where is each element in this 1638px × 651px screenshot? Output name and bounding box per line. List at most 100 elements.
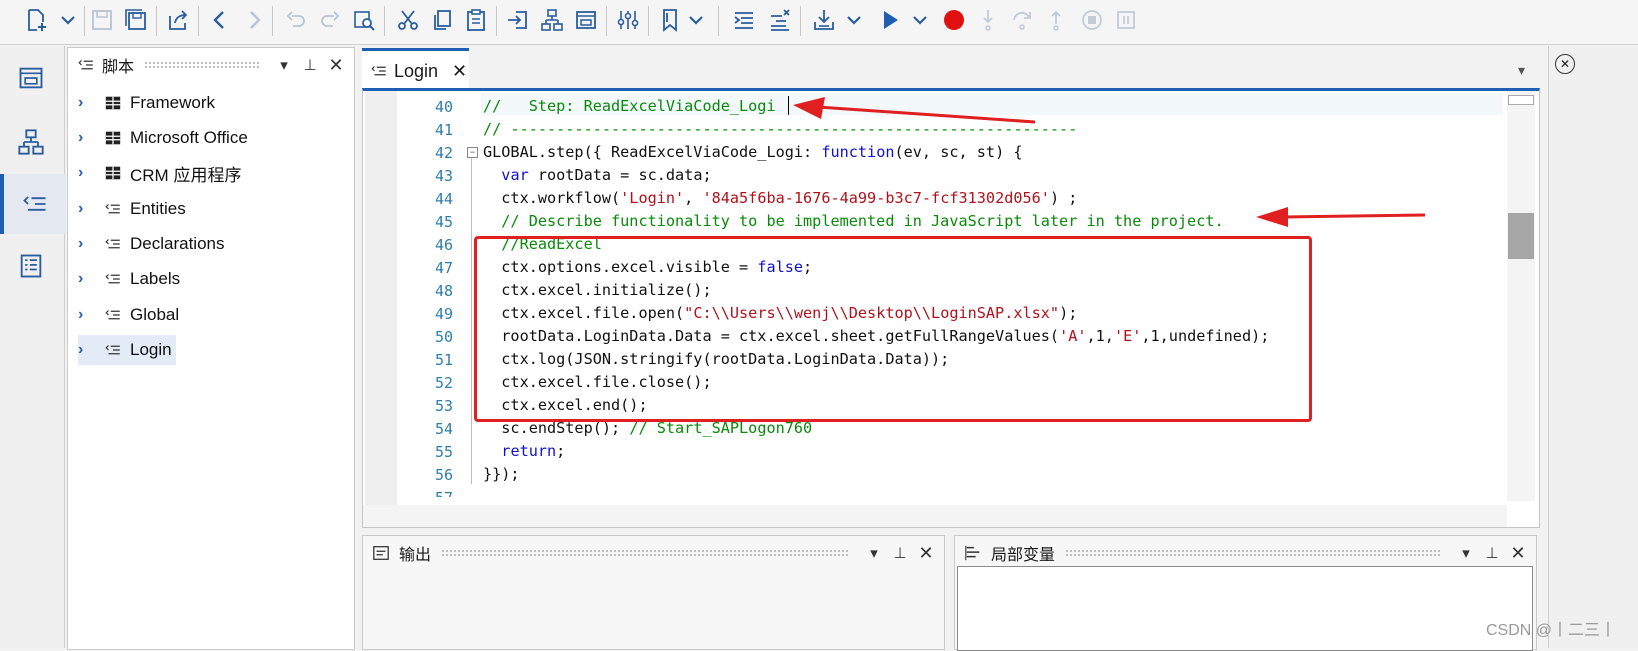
chevron-down-icon[interactable]: ▾: [274, 55, 294, 75]
tree-item-label: Login: [130, 340, 172, 359]
horizontal-scrollbar[interactable]: [363, 505, 1507, 527]
copy-icon[interactable]: [428, 6, 456, 34]
chevron-right-icon[interactable]: ›: [78, 306, 100, 324]
tree-icon[interactable]: [538, 6, 566, 34]
scrollbar-thumb[interactable]: [1508, 213, 1534, 259]
clear-format-icon[interactable]: [766, 6, 794, 34]
close-icon[interactable]: ✕: [1508, 543, 1528, 563]
chevron-right-icon[interactable]: ›: [78, 129, 100, 147]
redo-icon[interactable]: [316, 6, 344, 34]
chevron-right-icon[interactable]: ›: [78, 94, 100, 112]
close-icon[interactable]: ✕: [326, 55, 346, 75]
annotation-arrows: [793, 97, 1426, 227]
tree-item-framework[interactable]: › Framework: [78, 88, 215, 118]
tree-item-login[interactable]: › Login: [78, 335, 176, 365]
tree-item-entities[interactable]: › Entities: [78, 194, 186, 224]
build-icon[interactable]: [810, 6, 838, 34]
code-editor[interactable]: 40 41 42 43 44 45 46 47 48 49 50 51 52 5…: [362, 88, 1540, 528]
chevron-right-icon[interactable]: ›: [78, 341, 100, 359]
locals-panel-title: 局部变量: [991, 547, 1056, 564]
script-icon: [102, 234, 124, 254]
save-all-icon[interactable]: [122, 6, 150, 34]
step-over-icon[interactable]: [1008, 6, 1036, 34]
tree-item-labels[interactable]: › Labels: [78, 264, 180, 294]
settings-sliders-icon[interactable]: [614, 6, 642, 34]
window-icon[interactable]: [0, 48, 62, 108]
chevron-right-icon[interactable]: ›: [78, 235, 100, 253]
panel-grip[interactable]: [144, 61, 260, 69]
script-panel-title: 脚本: [102, 59, 135, 76]
tree-item-microsoft-office[interactable]: › Microsoft Office: [78, 123, 248, 153]
toolbar-separator: [198, 6, 199, 36]
toolbar-separator: [384, 6, 385, 36]
dropdown-icon[interactable]: [54, 6, 82, 34]
chevron-down-icon[interactable]: ▾: [864, 543, 884, 563]
back-icon[interactable]: [206, 6, 234, 34]
stop-icon[interactable]: [1078, 6, 1106, 34]
main-toolbar: [0, 0, 1638, 45]
window-icon[interactable]: [572, 6, 600, 34]
save-icon[interactable]: [88, 6, 116, 34]
tree-item-label: Labels: [130, 269, 181, 288]
arrow-head-icon: [793, 97, 825, 119]
cut-icon[interactable]: [394, 6, 422, 34]
right-dock: ✕: [1548, 46, 1638, 648]
close-icon[interactable]: ✕: [452, 61, 467, 82]
locals-table[interactable]: [957, 566, 1533, 651]
format-icon[interactable]: [730, 6, 758, 34]
pin-icon[interactable]: ⊥: [300, 55, 320, 75]
activity-rail: [0, 46, 66, 648]
forward-icon[interactable]: [240, 6, 268, 34]
pin-icon[interactable]: ⊥: [890, 543, 910, 563]
toolbar-separator: [648, 6, 649, 36]
annotation-arrow-line: [817, 105, 1036, 124]
dropdown-icon[interactable]: [682, 6, 710, 34]
panel-grip[interactable]: [1065, 549, 1442, 557]
bookmark-icon[interactable]: [656, 6, 684, 34]
annotation-arrow-line: [1282, 213, 1426, 219]
pause-icon[interactable]: [1112, 6, 1140, 34]
script-icon: [102, 269, 124, 289]
undo-icon[interactable]: [282, 6, 310, 34]
grid-icon: [102, 128, 124, 148]
panel-grip[interactable]: [441, 549, 850, 557]
script-icon[interactable]: [0, 174, 66, 234]
step-out-icon[interactable]: [1042, 6, 1070, 34]
new-file-icon[interactable]: [22, 6, 50, 34]
tree-item-declarations[interactable]: › Declarations: [78, 229, 225, 259]
tab-login[interactable]: Login ✕: [362, 48, 469, 91]
run-icon[interactable]: [876, 6, 904, 34]
find-icon[interactable]: [350, 6, 378, 34]
close-circle-icon[interactable]: ✕: [1555, 54, 1575, 74]
dropdown-icon[interactable]: [840, 6, 868, 34]
tree-icon[interactable]: [0, 112, 62, 172]
dropdown-icon[interactable]: [906, 6, 934, 34]
scrollbar-overview-marker: [1508, 95, 1534, 105]
pin-icon[interactable]: ⊥: [1482, 543, 1502, 563]
chevron-right-icon[interactable]: ›: [78, 164, 100, 182]
tree-item-crm[interactable]: › CRM 应用程序: [78, 158, 241, 188]
script-panel: 脚本 ▾ ⊥ ✕ › Framework › Microsoft Office …: [67, 47, 355, 650]
paste-icon[interactable]: [462, 6, 490, 34]
tree-item-label: CRM 应用程序: [130, 165, 242, 185]
close-icon[interactable]: ✕: [916, 543, 936, 563]
vertical-scrollbar[interactable]: [1507, 91, 1535, 501]
grid-icon: [102, 163, 124, 183]
tree-item-label: Framework: [130, 93, 216, 112]
tree-item-global[interactable]: › Global: [78, 300, 179, 330]
locals-panel-header: 局部变量 ▾ ⊥ ✕: [955, 536, 1536, 570]
chevron-right-icon[interactable]: ›: [78, 200, 100, 218]
toolbar-separator: [156, 6, 157, 36]
export-icon[interactable]: [164, 6, 192, 34]
output-panel-header: 输出 ▾ ⊥ ✕: [363, 536, 944, 570]
chevron-down-icon[interactable]: ▾: [1518, 62, 1525, 79]
record-icon[interactable]: [940, 6, 968, 34]
step-into-icon[interactable]: [974, 6, 1002, 34]
import-icon[interactable]: [504, 6, 532, 34]
list-icon[interactable]: [0, 236, 62, 296]
script-icon: [102, 199, 124, 219]
chevron-down-icon[interactable]: ▾: [1456, 543, 1476, 563]
locals-panel: 局部变量 ▾ ⊥ ✕: [954, 535, 1537, 651]
script-icon: [370, 62, 388, 80]
chevron-right-icon[interactable]: ›: [78, 270, 100, 288]
